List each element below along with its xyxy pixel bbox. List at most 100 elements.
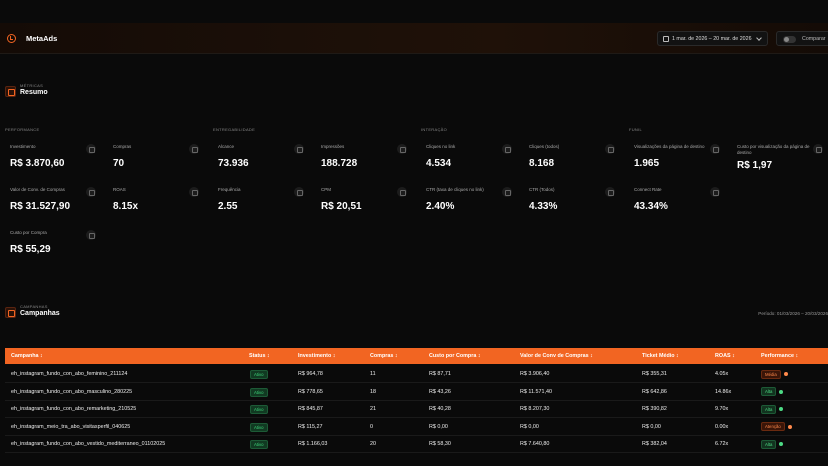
ticket-medio-cell: R$ 355,31 [642,371,667,377]
logo-icon [7,34,16,43]
metric-label: CPM [321,187,331,192]
trend-icon [86,187,96,197]
group-label-funil: FUNIL [629,127,643,132]
campaigns-title: Campanhas [20,310,60,317]
metric-value: 1.965 [634,158,660,169]
metric-card: Connect Rate 43.34% [624,187,724,227]
performance-badge: Atenção [761,422,785,432]
col-performance[interactable]: Performance ↕ [761,353,798,359]
metric-label: ROAS [113,187,126,192]
metric-value: 8.15x [113,201,139,212]
toggle-switch[interactable] [783,35,796,43]
roas-cell: 6.72x [715,441,729,448]
performance-dot-icon [788,424,792,429]
investimento-cell: R$ 845,87 [298,406,323,413]
eye-icon [397,144,407,154]
campaign-name: eh_instagram_fundo_con_abo_feminino_2111… [11,371,128,377]
metric-label: Investimento [10,144,36,149]
compras-cell: 11 [370,371,376,377]
metric-card: Cliques no link 4.534 [416,144,516,184]
metric-value: R$ 3.870,60 [10,158,65,169]
metric-label: CTR (taxa de cliques no link) [426,187,484,192]
metric-value: 73.936 [218,158,249,169]
campaign-name: eh_instagram_meio_tra_abo_visitasperfil_… [11,423,131,430]
metric-value: R$ 20,51 [321,201,362,212]
date-range-label: 1 mar. de 2026 – 20 mar. de 2026 [672,35,752,42]
group-label-entregabilidade: ENTREGABILIDADE [213,127,256,132]
metric-card: ROAS 8.15x [103,187,203,227]
link-icon [710,187,720,197]
custo-por-compra-cell: R$ 43,26 [429,388,451,395]
table-row[interactable]: eh_instagram_fundo_con_abo_remarketing_2… [5,400,828,419]
status-badge: Ativo [250,387,268,397]
valor-conv-cell: R$ 0,00 [520,423,539,430]
status-badge: Ativo [250,405,268,415]
status-badge: Ativo [250,422,268,432]
metrics-icon [5,86,16,97]
percent-icon [502,187,512,197]
metric-card: CPM R$ 20,51 [311,187,411,227]
table-row[interactable]: eh_instagram_fundo_con_abo_vestido_medit… [5,435,828,454]
compras-cell: 21 [370,406,376,413]
metric-card: Valor de Conv. de Compras R$ 31.527,90 [0,187,100,227]
click-icon [605,144,615,154]
repeat-icon [294,187,304,197]
table-row[interactable]: eh_instagram_fundo_con_abo_feminino_2111… [5,365,828,383]
performance-badge: Média [761,369,781,379]
metric-label: Custo por Compra [10,230,47,235]
cart-icon [189,144,199,154]
custo-por-compra-cell: R$ 0,00 [429,423,448,430]
metric-value: R$ 55,29 [10,244,51,255]
col-valor-conv[interactable]: Valor de Conv de Compras ↕ [520,353,593,359]
metric-card: Frequência 2.55 [208,187,308,227]
metric-card: Custo por Compra R$ 55,29 [0,230,100,270]
col-investimento[interactable]: Investimento ↕ [298,353,335,359]
metric-card: CTR (taxa de cliques no link) 2.40% [416,187,516,227]
metric-value: 8.168 [529,158,555,169]
custo-por-compra-cell: R$ 40,28 [429,406,451,413]
metric-label: Valor de Conv. de Compras [10,187,65,192]
compras-cell: 18 [370,388,376,395]
app-title: MetaAds [26,34,58,43]
date-range-picker[interactable]: 1 mar. de 2026 – 20 mar. de 2026 [657,31,768,46]
calendar-icon [663,36,669,42]
col-ticket-medio[interactable]: Ticket Médio ↕ [642,353,679,359]
chevron-down-icon [756,35,762,41]
valor-conv-cell: R$ 3.906,40 [520,371,550,377]
status-badge: Ativo [250,440,268,450]
group-label-interacao: INTERAÇÃO [421,127,448,132]
campaigns-kicker: CAMPANHAS [20,304,48,309]
col-compras[interactable]: Compras ↕ [370,353,398,359]
ticket-medio-cell: R$ 382,04 [642,441,667,448]
table-row[interactable]: eh_instagram_meio_tra_abo_visitasperfil_… [5,418,828,436]
col-roas[interactable]: ROAS ↕ [715,353,735,359]
top-bar: MetaAds 1 mar. de 2026 – 20 mar. de 2026… [0,23,828,54]
performance-badge: Alta [761,439,777,449]
col-campanha[interactable]: Campanha ↕ [11,353,43,359]
summary-kicker: MÉTRICAS [20,83,44,88]
ticket-medio-cell: R$ 390,82 [642,406,667,413]
valor-conv-cell: R$ 8.207,30 [520,406,550,413]
compare-toggle[interactable]: Comparar [776,31,828,46]
metric-label: Cliques no link [426,144,456,149]
metric-value: 70 [113,158,125,169]
period-label: Período: 01/03/2026 – 20/03/2026 [758,311,828,316]
performance-dot-icon [779,442,783,447]
metric-label: Impressões [321,144,345,149]
col-status[interactable]: Status ↕ [249,353,270,359]
metric-value: R$ 1,97 [737,160,773,171]
metric-value: 2.55 [218,201,238,212]
metric-label: CTR (Todos) [529,187,555,192]
table-row[interactable]: eh_instagram_fundo_con_abo_masculino_280… [5,383,828,401]
users-icon [294,144,304,154]
summary-title: Resumo [20,89,48,96]
performance-dot-icon [779,389,783,394]
performance-dot-icon [784,372,788,376]
roas-cell: 14.86x [715,388,732,395]
col-custo-por-compra[interactable]: Custo por Compra ↕ [429,353,481,359]
campaigns-icon [5,307,16,318]
metric-card: Custo por visualização da página de dest… [727,144,827,184]
metric-label: Visualizações da página de destino [634,144,705,149]
metric-card: Investimento R$ 3.870,60 [0,144,100,184]
metric-label: Connect Rate [634,187,662,192]
